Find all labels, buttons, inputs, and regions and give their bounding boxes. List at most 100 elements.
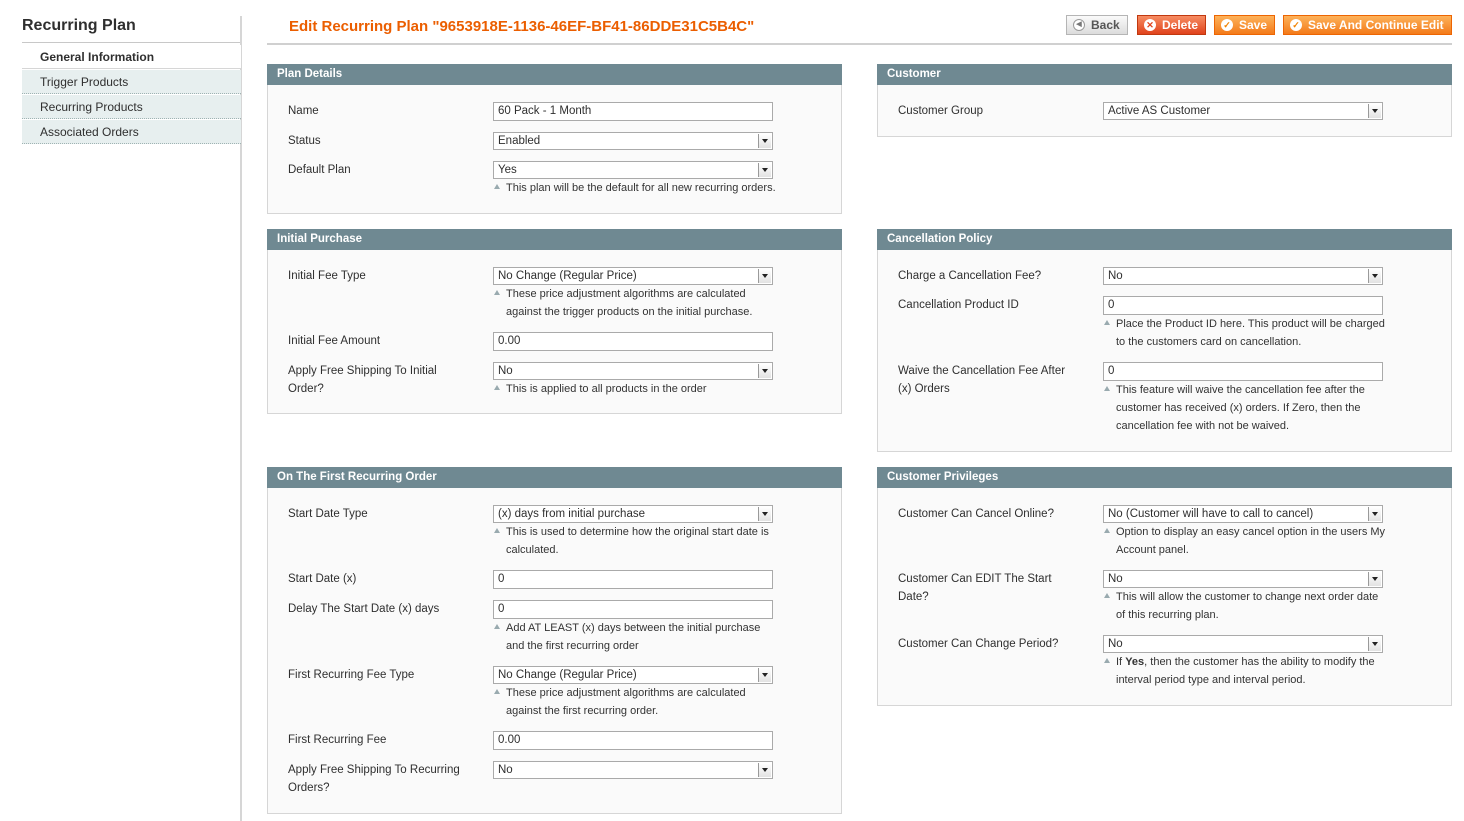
note-line: customer has received (x) orders. If Zer…	[1116, 402, 1361, 414]
change-period-note: If Yes, then the customer has the abilit…	[1103, 653, 1375, 689]
cancellation-product-note: Place the Product ID here. This product …	[1103, 315, 1385, 351]
note-line: Add AT LEAST (x) days between the initia…	[506, 622, 761, 634]
status-select[interactable]: Enabled	[493, 132, 773, 150]
label-line: Apply Free Shipping To Recurring	[288, 764, 460, 776]
default-plan-select-value: Yes	[498, 164, 517, 176]
edit-start-date-select[interactable]: No	[1103, 570, 1383, 588]
section-header: Customer	[877, 64, 1452, 85]
cancellation-product-label: Cancellation Product ID	[898, 299, 1019, 311]
first-fee-type-select[interactable]: No Change (Regular Price)	[493, 666, 773, 684]
dropdown-arrow-icon	[758, 668, 771, 682]
back-arrow-icon: ◀	[1073, 19, 1085, 31]
default-plan-select[interactable]: Yes	[493, 161, 773, 179]
initial-fee-amount-label: Initial Fee Amount	[288, 335, 381, 347]
cancel-online-label: Customer Can Cancel Online?	[898, 508, 1054, 520]
delete-button-label: Delete	[1162, 17, 1199, 32]
start-date-type-label: Start Date Type	[288, 508, 368, 520]
charge-cancellation-select[interactable]: No	[1103, 267, 1383, 285]
note-line: Account panel.	[1116, 544, 1189, 556]
waive-fee-input[interactable]: 0	[1103, 362, 1383, 381]
section-header: On The First Recurring Order	[267, 467, 842, 488]
dropdown-arrow-icon	[758, 269, 771, 283]
status-label: Status	[288, 135, 321, 147]
initial-fee-amount-input[interactable]: 0.00	[493, 332, 773, 351]
initial-fee-type-select[interactable]: No Change (Regular Price)	[493, 267, 773, 285]
waive-fee-label: Waive the Cancellation Fee After (x) Orde…	[898, 362, 1065, 398]
title-divider	[267, 43, 1452, 45]
customer-group-value: Active AS Customer	[1108, 105, 1211, 117]
section-header: Initial Purchase	[267, 229, 842, 250]
start-date-input[interactable]: 0	[493, 570, 773, 589]
default-plan-note: This plan will be the default for all ne…	[493, 179, 776, 197]
first-recurring-order-section: On The First Recurring Order Start Date …	[267, 467, 842, 814]
tab-recurring-products[interactable]: Recurring Products	[22, 95, 241, 119]
change-period-label: Customer Can Change Period?	[898, 638, 1059, 650]
dropdown-arrow-icon	[758, 763, 771, 777]
back-button-label: Back	[1091, 17, 1120, 32]
dropdown-arrow-icon	[1368, 637, 1381, 651]
note-line: to the customers card on cancellation.	[1116, 336, 1302, 348]
label-line: Apply Free Shipping To Initial	[288, 365, 437, 377]
initial-free-shipping-select[interactable]: No	[493, 362, 773, 380]
dropdown-arrow-icon	[1368, 269, 1381, 283]
sidebar: Recurring Plan General Information Trigg…	[0, 0, 243, 821]
note-line: Option to display an easy cancel option …	[1116, 526, 1386, 538]
dropdown-arrow-icon	[1368, 104, 1381, 118]
name-input[interactable]: 60 Pack - 1 Month	[493, 102, 773, 121]
label-line: Date?	[898, 591, 929, 603]
cancel-online-select[interactable]: No (Customer will have to call to cancel…	[1103, 505, 1383, 523]
label-line: Waive the Cancellation Fee After	[898, 365, 1066, 377]
charge-cancellation-label: Charge a Cancellation Fee?	[898, 270, 1042, 282]
note-line: Place the Product ID here. This product …	[1116, 318, 1385, 330]
tab-trigger-products[interactable]: Trigger Products	[22, 70, 241, 94]
section-body: Customer Group Active AS Customer	[877, 85, 1452, 137]
delay-start-input[interactable]: 0	[493, 600, 773, 619]
first-fee-input[interactable]: 0.00	[493, 731, 773, 750]
cancellation-policy-section: Cancellation Policy Charge a Cancellatio…	[877, 229, 1452, 452]
note-line: and the first recurring order	[506, 640, 639, 652]
section-header: Plan Details	[267, 64, 842, 85]
dropdown-arrow-icon	[758, 134, 771, 148]
note-line: against the trigger products on the init…	[506, 306, 753, 318]
delete-x-icon: ✕	[1144, 19, 1156, 31]
note-line: of this recurring plan.	[1116, 609, 1219, 621]
note-line: These price adjustment algorithms are ca…	[506, 288, 746, 300]
charge-cancellation-value: No	[1108, 270, 1123, 282]
cancel-online-value: No (Customer will have to call to cancel…	[1108, 508, 1314, 520]
plan-details-section: Plan Details Name 60 Pack - 1 Month Stat…	[267, 64, 842, 214]
first-fee-type-label: First Recurring Fee Type	[288, 669, 415, 681]
customer-group-select[interactable]: Active AS Customer	[1103, 102, 1383, 120]
section-body: Name 60 Pack - 1 Month Status Enabled De…	[267, 85, 842, 214]
tab-general-information[interactable]: General Information	[22, 45, 241, 69]
default-plan-label: Default Plan	[288, 164, 351, 176]
note-line: calculated.	[506, 544, 559, 556]
label-line: (x) Orders	[898, 383, 950, 395]
note-emphasis: Yes	[1125, 656, 1145, 668]
edit-start-date-value: No	[1108, 573, 1123, 585]
initial-free-shipping-note: This is applied to all products in the o…	[493, 380, 707, 398]
cancellation-product-input[interactable]: 0	[1103, 296, 1383, 315]
check-icon: ✓	[1221, 19, 1233, 31]
delete-button[interactable]: ✕ Delete	[1137, 15, 1207, 35]
change-period-select[interactable]: No	[1103, 635, 1383, 653]
start-date-type-select[interactable]: (x) days from initial purchase	[493, 505, 773, 523]
tab-associated-orders[interactable]: Associated Orders	[22, 120, 241, 144]
back-button[interactable]: ◀ Back	[1066, 15, 1128, 35]
note-line: interval period type and interval period…	[1116, 674, 1306, 686]
dropdown-arrow-icon	[758, 364, 771, 378]
name-label: Name	[288, 105, 319, 117]
section-body: Customer Can Cancel Online? No (Customer…	[877, 488, 1452, 706]
section-header: Customer Privileges	[877, 467, 1452, 488]
page-title: Edit Recurring Plan "9653918E-1136-46EF-…	[289, 18, 755, 35]
initial-purchase-section: Initial Purchase Initial Fee Type No Cha…	[267, 229, 842, 414]
start-date-label: Start Date (x)	[288, 573, 357, 585]
save-and-continue-label: Save And Continue Edit	[1308, 17, 1444, 32]
section-body: Initial Fee Type No Change (Regular Pric…	[267, 250, 842, 414]
label-line: Customer Can EDIT The Start	[898, 573, 1052, 585]
save-button[interactable]: ✓ Save	[1214, 15, 1276, 35]
note-text: If	[1116, 656, 1123, 668]
first-fee-type-note: These price adjustment algorithms are ca…	[493, 684, 746, 720]
waive-fee-note: This feature will waive the cancellation…	[1103, 381, 1365, 435]
save-and-continue-button[interactable]: ✓ Save And Continue Edit	[1283, 15, 1452, 35]
recurring-free-shipping-select[interactable]: No	[493, 761, 773, 779]
